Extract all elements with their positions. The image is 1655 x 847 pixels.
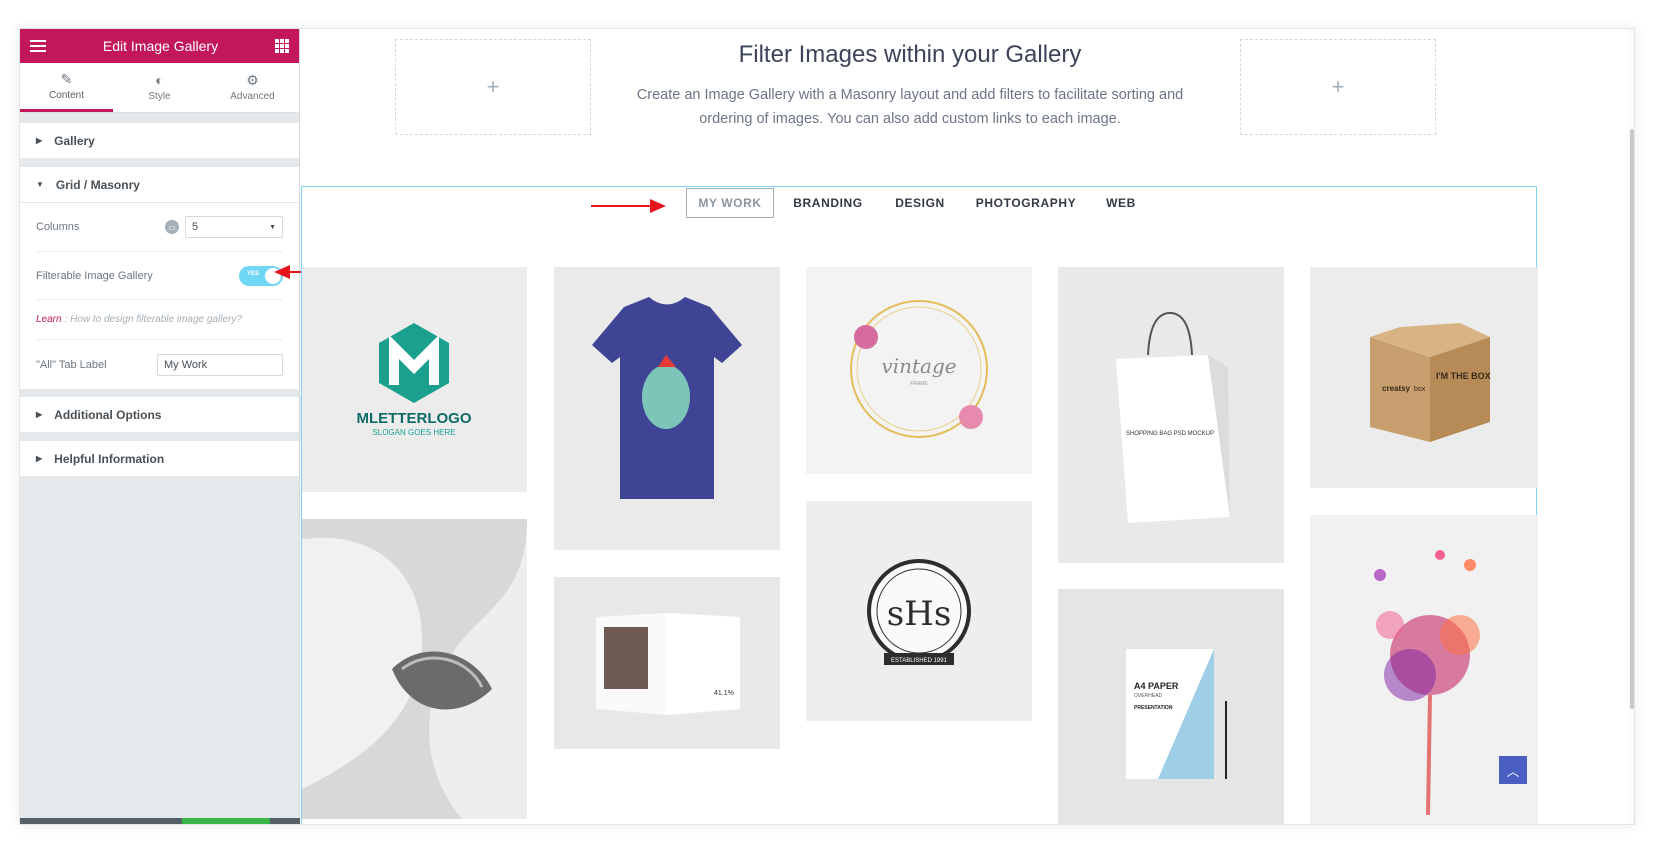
all-tab-label-input[interactable] bbox=[157, 353, 283, 376]
update-button[interactable] bbox=[182, 818, 270, 824]
all-tab-label: "All" Tab Label bbox=[36, 358, 107, 371]
editor-window: Edit Image Gallery ✎ Content ◐ Style ⚙ A… bbox=[19, 28, 1635, 825]
section-additional-label: Additional Options bbox=[54, 407, 162, 422]
logo-title-text: MLETTERLOGO bbox=[357, 410, 472, 427]
filter-design[interactable]: DESIGN bbox=[888, 188, 952, 218]
gallery-image-book[interactable]: 41.1% bbox=[554, 577, 780, 749]
columns-value: 5 bbox=[192, 221, 199, 233]
widgets-grid-icon[interactable] bbox=[274, 39, 289, 53]
filter-my-work[interactable]: MY WORK bbox=[686, 188, 774, 218]
section-grid-masonry[interactable]: ▼ Grid / Masonry bbox=[20, 167, 299, 203]
architecture-image bbox=[302, 519, 527, 819]
plus-icon: + bbox=[486, 74, 500, 99]
section-helpful-information[interactable]: ▶ Helpful Information bbox=[20, 441, 299, 477]
section-helpful-label: Helpful Information bbox=[54, 451, 165, 466]
learn-text: : How to design filterable image gallery… bbox=[64, 314, 242, 325]
gallery-image-shopping-bag[interactable]: SHOPPING BAG PSD MOCKUP bbox=[1058, 267, 1284, 563]
columns-label: Columns bbox=[36, 221, 80, 233]
vintage-frame-image: vintage FRAME bbox=[806, 267, 1032, 474]
filterable-control: Filterable Image Gallery YES bbox=[36, 251, 283, 299]
a4-title-text: A4 PAPER bbox=[1134, 681, 1179, 691]
learn-note: Learn : How to design filterable image g… bbox=[36, 299, 283, 339]
gallery-image-logo[interactable]: MLETTERLOGO SLOGAN GOES HERE bbox=[302, 267, 527, 492]
gallery-image-box[interactable]: creatsy box I'M THE BOX bbox=[1310, 267, 1538, 488]
caret-right-icon: ▶ bbox=[36, 454, 43, 463]
filter-branding[interactable]: BRANDING bbox=[788, 188, 868, 218]
grid-controls: Columns ▭ 5 ▼ Filterable Image Gallery Y… bbox=[20, 203, 299, 389]
description-line-2: ordering of images. You can also add cus… bbox=[699, 111, 1121, 127]
a4-sub-text: OVERHEAD bbox=[1134, 693, 1162, 699]
vintage-sub-text: FRAME bbox=[910, 381, 928, 387]
plus-icon: + bbox=[1331, 74, 1345, 99]
gear-icon: ⚙ bbox=[246, 72, 259, 88]
section-gallery-label: Gallery bbox=[54, 133, 95, 148]
box-brand-text: creatsy bbox=[1382, 384, 1411, 393]
contrast-icon: ◐ bbox=[155, 72, 164, 88]
a4-paper-image: A4 PAPER OVERHEAD PRESENTATION bbox=[1058, 589, 1284, 824]
gallery-image-monogram[interactable]: sHs ESTABLISHED 1991 bbox=[806, 501, 1032, 721]
monogram-badge-image: sHs ESTABLISHED 1991 bbox=[806, 501, 1032, 721]
gallery-image-a4-paper[interactable]: A4 PAPER OVERHEAD PRESENTATION bbox=[1058, 589, 1284, 824]
add-widget-left[interactable]: + bbox=[395, 39, 591, 135]
panel-footer bbox=[20, 818, 300, 824]
tshirt-image bbox=[554, 267, 780, 550]
heading-block: Filter Images within your Gallery Create… bbox=[580, 39, 1240, 131]
section-additional-options[interactable]: ▶ Additional Options bbox=[20, 397, 299, 433]
chevron-up-icon: ︿ bbox=[1506, 763, 1520, 779]
cardboard-box-image: creatsy box I'M THE BOX bbox=[1310, 267, 1538, 488]
columns-select[interactable]: 5 ▼ bbox=[185, 216, 283, 238]
panel-tabs: ✎ Content ◐ Style ⚙ Advanced bbox=[20, 63, 299, 113]
shopping-bag-image: SHOPPING BAG PSD MOCKUP bbox=[1058, 267, 1284, 563]
editor-panel: Edit Image Gallery ✎ Content ◐ Style ⚙ A… bbox=[20, 29, 300, 824]
responsive-device-icon[interactable]: ▭ bbox=[165, 220, 179, 234]
gallery-image-architecture[interactable] bbox=[302, 519, 527, 819]
panel-header: Edit Image Gallery bbox=[20, 29, 299, 63]
box-brand-2-text: box bbox=[1414, 386, 1426, 393]
description-line-1: Create an Image Gallery with a Masonry l… bbox=[636, 87, 1184, 103]
gallery-image-vintage[interactable]: vintage FRAME bbox=[806, 267, 1032, 474]
box-main-text: I'M THE BOX bbox=[1436, 371, 1491, 381]
add-widget-right[interactable]: + bbox=[1240, 39, 1436, 135]
tab-style-label: Style bbox=[148, 91, 171, 102]
vintage-text: vintage bbox=[881, 354, 956, 378]
page-heading: Filter Images within your Gallery bbox=[738, 41, 1082, 68]
filter-photography[interactable]: PHOTOGRAPHY bbox=[970, 188, 1082, 218]
all-tab-label-control: "All" Tab Label bbox=[36, 339, 283, 389]
caret-right-icon: ▶ bbox=[36, 410, 43, 419]
learn-link[interactable]: Learn bbox=[36, 314, 62, 325]
filterable-label: Filterable Image Gallery bbox=[36, 269, 153, 282]
filter-web[interactable]: WEB bbox=[1098, 188, 1144, 218]
tab-content-label: Content bbox=[48, 89, 85, 101]
book-percent-text: 41.1% bbox=[714, 690, 734, 697]
m-letter-logo-image: MLETTERLOGO SLOGAN GOES HERE bbox=[302, 267, 527, 492]
panel-title: Edit Image Gallery bbox=[102, 38, 219, 54]
page-description: Create an Image Gallery with a Masonry l… bbox=[580, 83, 1240, 131]
bag-text: SHOPPING BAG PSD MOCKUP bbox=[1126, 431, 1214, 437]
open-book-image: 41.1% bbox=[554, 577, 780, 749]
dropdown-arrow-icon: ▼ bbox=[269, 223, 276, 231]
pencil-icon: ✎ bbox=[60, 70, 73, 87]
tab-style[interactable]: ◐ Style bbox=[113, 63, 206, 112]
monogram-text: sHs bbox=[887, 594, 952, 634]
arrow-head-left-icon bbox=[274, 265, 290, 279]
toggle-yes-text: YES bbox=[247, 270, 260, 277]
caret-right-icon: ▶ bbox=[36, 136, 43, 145]
section-grid-label: Grid / Masonry bbox=[55, 177, 140, 192]
tab-advanced-label: Advanced bbox=[230, 91, 275, 102]
filter-bar: MY WORK BRANDING DESIGN PHOTOGRAPHY WEB bbox=[302, 187, 1536, 227]
scroll-to-top-button[interactable]: ︿ bbox=[1499, 756, 1527, 784]
monogram-banner-text: ESTABLISHED 1991 bbox=[891, 658, 948, 664]
image-gallery: MY WORK BRANDING DESIGN PHOTOGRAPHY WEB … bbox=[301, 186, 1538, 824]
tab-advanced[interactable]: ⚙ Advanced bbox=[206, 63, 299, 112]
section-gallery[interactable]: ▶ Gallery bbox=[20, 123, 299, 159]
caret-down-icon: ▼ bbox=[36, 180, 44, 189]
logo-slogan-text: SLOGAN GOES HERE bbox=[372, 428, 455, 437]
scrollbar-thumb[interactable] bbox=[1630, 129, 1634, 709]
menu-icon[interactable] bbox=[30, 40, 46, 52]
a4-pres-text: PRESENTATION bbox=[1134, 705, 1173, 711]
columns-control: Columns ▭ 5 ▼ bbox=[36, 203, 283, 251]
tab-content[interactable]: ✎ Content bbox=[20, 63, 113, 112]
gallery-image-tshirt[interactable] bbox=[554, 267, 780, 550]
